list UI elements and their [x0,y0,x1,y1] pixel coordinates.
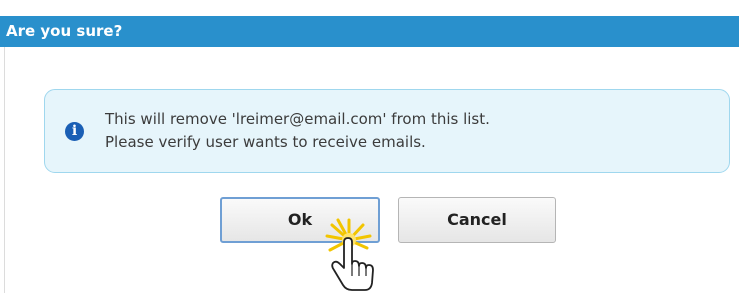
cancel-button[interactable]: Cancel [398,197,556,243]
alert-message-line-1: This will remove 'lreimer@email.com' fro… [105,110,490,128]
info-icon: i [65,122,84,141]
info-alert: i This will remove 'lreimer@email.com' f… [44,89,730,173]
alert-message-line-2: Please verify user wants to receive emai… [105,133,426,151]
confirm-dialog: Are you sure? i This will remove 'lreime… [0,0,739,293]
hand-pointer-icon [325,218,374,291]
dialog-titlebar: Are you sure? [0,16,739,47]
dialog-left-border [4,47,5,293]
dialog-title: Are you sure? [6,22,123,40]
